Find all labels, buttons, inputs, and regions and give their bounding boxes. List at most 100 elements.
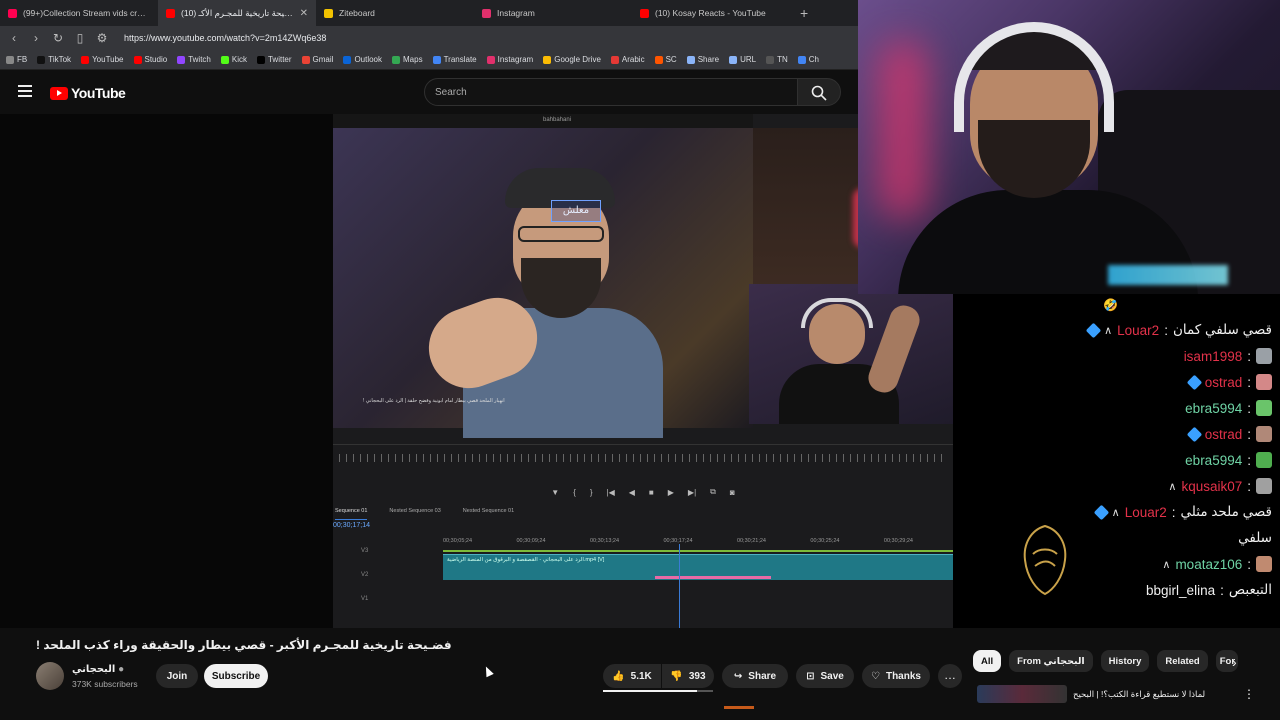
bookmark-item[interactable]: YouTube bbox=[81, 55, 124, 64]
ruler-label: 00;30;25;24 bbox=[810, 538, 840, 544]
close-icon[interactable]: ✕ bbox=[300, 8, 308, 19]
in-point-icon[interactable]: { bbox=[573, 488, 576, 497]
like-button[interactable]: 👍 5.1K bbox=[603, 664, 661, 688]
dislike-button[interactable]: 👎 393 bbox=[662, 664, 714, 688]
chat-username[interactable]: Louar2 bbox=[1117, 323, 1159, 338]
back-icon[interactable]: ‹ bbox=[8, 31, 20, 45]
bookmark-item[interactable]: Outlook bbox=[343, 55, 382, 64]
join-button[interactable]: Join bbox=[156, 664, 198, 688]
bookmark-item[interactable]: Ch bbox=[797, 55, 819, 64]
ruler-label: 00;30;09;24 bbox=[516, 538, 546, 544]
recommended-video[interactable]: لماذا لا نستطيع قراءة الكتب؟! | البحيح ⋮ bbox=[977, 684, 1277, 704]
bookmark-item[interactable]: Share bbox=[686, 55, 719, 64]
tab-sequence[interactable]: Nested Sequence 03 bbox=[389, 508, 440, 520]
camera-icon[interactable]: ◙ bbox=[730, 488, 735, 497]
chat-username[interactable]: ostrad bbox=[1205, 375, 1243, 390]
forward-icon[interactable]: › bbox=[30, 31, 42, 45]
more-vert-icon[interactable]: ⋮ bbox=[1243, 687, 1255, 701]
chat-username[interactable]: kqusaik07 bbox=[1181, 479, 1242, 494]
step-forward-icon[interactable]: ▶ bbox=[668, 488, 674, 497]
inner-video-frame: معلش ! انهيار الملحد قصي بيطار امام ابون… bbox=[333, 128, 753, 438]
browser-tab[interactable]: Ziteboard bbox=[316, 0, 474, 26]
bookmark-item[interactable]: Twitch bbox=[177, 55, 211, 64]
mod-badge-icon: ∧ bbox=[1168, 480, 1177, 493]
bookmark-item[interactable]: Twitter bbox=[256, 55, 292, 64]
chip-history[interactable]: History bbox=[1100, 650, 1150, 672]
step-back-icon[interactable]: ◀ bbox=[629, 488, 635, 497]
bookmark-item[interactable]: Instagram bbox=[486, 55, 533, 64]
bookmark-item[interactable]: URL bbox=[729, 55, 756, 64]
related-chips: All From البحجاني History Related For bbox=[973, 650, 1238, 672]
channel-name[interactable]: البحجاني ● bbox=[72, 664, 124, 675]
bookmark-item[interactable]: SC bbox=[654, 55, 677, 64]
site-info-icon[interactable]: ⚙ bbox=[96, 31, 108, 45]
bookmark-favicon-icon bbox=[797, 55, 806, 64]
inner-video-title: ! انهيار الملحد قصي بيطار امام ابونية وف… bbox=[363, 398, 505, 404]
tab-sequence[interactable]: Nested Sequence 01 bbox=[463, 508, 514, 520]
thanks-button[interactable]: ♡ Thanks bbox=[862, 664, 930, 688]
reload-icon[interactable]: ↻ bbox=[52, 31, 64, 45]
bookmark-item[interactable]: Gmail bbox=[301, 55, 333, 64]
chat-separator: : bbox=[1247, 556, 1251, 572]
browser-tab[interactable]: (10) Kosay Reacts - YouTube bbox=[632, 0, 790, 26]
bookmark-favicon-icon bbox=[610, 55, 619, 64]
bookmark-item[interactable]: FB bbox=[6, 55, 27, 64]
search-button[interactable] bbox=[797, 78, 841, 106]
search-input[interactable]: Search bbox=[424, 78, 798, 106]
chat-separator: : bbox=[1171, 504, 1176, 520]
ruler-label: 00;30;21;24 bbox=[736, 538, 766, 544]
url-field[interactable]: https://www.youtube.com/watch?v=2m14ZWq6… bbox=[124, 33, 326, 43]
bookmark-item[interactable]: TikTok bbox=[37, 55, 71, 64]
bookmarks-bar: FB TikTok YouTube Studio Twitch Kick Twitter Gm… bbox=[0, 50, 858, 70]
browser-tab-active[interactable]: فضـيحة تاريخية للمجـرم الأكـ (10) ✕ bbox=[158, 0, 316, 26]
chip-related[interactable]: Related bbox=[1157, 650, 1208, 672]
bookmark-item[interactable]: TN bbox=[766, 55, 788, 64]
chat-username[interactable]: bbgirl_elina bbox=[1146, 583, 1215, 598]
avatar[interactable] bbox=[36, 662, 64, 690]
chip-all[interactable]: All bbox=[973, 650, 1002, 672]
chat-message: ostrad: bbox=[1186, 426, 1272, 442]
bookmark-favicon-icon bbox=[432, 55, 441, 64]
youtube-logo[interactable]: YouTube bbox=[50, 85, 126, 101]
go-to-out-icon[interactable]: ▶| bbox=[688, 488, 696, 497]
chat-emote-icon bbox=[1256, 478, 1272, 494]
save-button[interactable]: ⊡ Save bbox=[796, 664, 854, 688]
go-to-in-icon[interactable]: |◀ bbox=[607, 488, 615, 497]
bookmark-item[interactable]: Google Drive bbox=[543, 55, 601, 64]
bookmark-item[interactable]: Studio bbox=[133, 55, 167, 64]
browser-tab[interactable]: Instagram bbox=[474, 0, 632, 26]
share-button[interactable]: ↪ Share bbox=[722, 664, 788, 688]
chat-username[interactable]: ebra5994 bbox=[1185, 453, 1242, 468]
out-point-icon[interactable]: } bbox=[590, 488, 593, 497]
bookmark-favicon-icon bbox=[654, 55, 663, 64]
bookmark-item[interactable]: Kick bbox=[220, 55, 247, 64]
stop-icon[interactable]: ■ bbox=[649, 488, 654, 497]
address-bar: ‹ › ↻ ▯ ⚙ https://www.youtube.com/watch?… bbox=[0, 26, 858, 50]
chat-username[interactable]: isam1998 bbox=[1184, 349, 1243, 364]
bookmark-item[interactable]: Maps bbox=[392, 55, 423, 64]
chat-username[interactable]: moataz106 bbox=[1175, 557, 1242, 572]
marker-icon[interactable]: ▼ bbox=[551, 488, 559, 497]
playback-controls: ▼ { } |◀ ◀ ■ ▶ ▶| ⧉ ◙ bbox=[333, 482, 953, 502]
youtube-icon bbox=[166, 8, 175, 18]
browser-tab[interactable]: (99+)Collection Stream vids created bbox=[0, 0, 158, 26]
bookmark-icon[interactable]: ▯ bbox=[74, 31, 86, 45]
bookmark-item[interactable]: Translate bbox=[432, 55, 477, 64]
bookmark-item[interactable]: Arabic bbox=[610, 55, 645, 64]
bookmark-favicon-icon bbox=[256, 55, 265, 64]
chevron-right-icon[interactable]: › bbox=[1232, 654, 1237, 670]
sub-badge-icon bbox=[1093, 504, 1109, 520]
playhead[interactable] bbox=[679, 544, 680, 628]
new-tab-button[interactable]: + bbox=[800, 5, 808, 21]
verified-icon: ● bbox=[118, 664, 125, 675]
more-actions-button[interactable]: … bbox=[938, 664, 962, 688]
chat-username[interactable]: Louar2 bbox=[1125, 505, 1167, 520]
chat-username[interactable]: ostrad bbox=[1205, 427, 1243, 442]
subscribe-button[interactable]: Subscribe bbox=[204, 664, 268, 688]
tab-sequence[interactable]: Sequence 01 bbox=[335, 508, 368, 520]
lift-icon[interactable]: ⧉ bbox=[710, 487, 716, 497]
ruler-label: 00;30;29;24 bbox=[883, 538, 913, 544]
chat-username[interactable]: ebra5994 bbox=[1185, 401, 1242, 416]
menu-icon[interactable] bbox=[18, 85, 32, 97]
chip-from-channel[interactable]: From البحجاني bbox=[1009, 650, 1093, 672]
